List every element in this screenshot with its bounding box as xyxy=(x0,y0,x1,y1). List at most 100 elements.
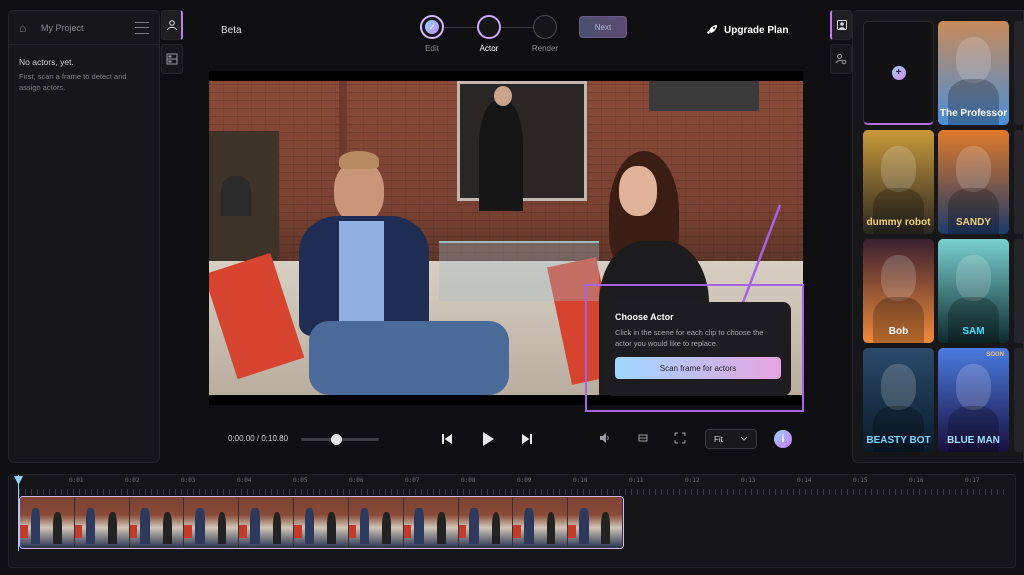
actor-card-partial xyxy=(1014,130,1023,234)
actor-card[interactable]: BEASTY BOT xyxy=(863,348,934,452)
skip-back-button[interactable] xyxy=(440,432,454,446)
clip-thumbnail xyxy=(513,497,569,548)
actor-name: BLUE MAN xyxy=(947,435,1000,446)
timeline-ruler[interactable]: 0:01 0:02 0:03 0:04 0:05 0:06 0:07 0:08 0:09 0:10… xyxy=(9,475,1017,489)
step-label: Render xyxy=(531,44,559,53)
tick-label: 0:10 xyxy=(573,477,588,484)
actor-card[interactable]: The Professor xyxy=(938,21,1009,125)
next-button[interactable]: Next xyxy=(579,16,627,38)
actor-name: SAM xyxy=(962,326,985,337)
skip-back-icon xyxy=(442,434,452,444)
actor-name: Bob xyxy=(888,326,909,337)
actor-subject-man[interactable] xyxy=(279,141,529,395)
step-edit[interactable]: ✓ Edit xyxy=(420,15,444,53)
actor-card[interactable]: SANDY xyxy=(938,130,1009,234)
info-button[interactable]: i xyxy=(774,430,792,448)
person-icon xyxy=(166,20,177,31)
beta-label: Beta xyxy=(221,25,242,36)
tick-label: 0:15 xyxy=(853,477,868,484)
actor-name: SANDY xyxy=(955,217,991,228)
actor-portrait xyxy=(956,37,991,83)
step-label: Actor xyxy=(479,44,499,53)
step-render[interactable]: Render xyxy=(532,15,558,53)
tick-label: 0:03 xyxy=(181,477,196,484)
fit-select[interactable]: Fit xyxy=(705,429,757,449)
home-icon[interactable]: ⌂ xyxy=(19,21,33,35)
portrait-icon xyxy=(836,20,847,30)
actor-card[interactable]: Bob xyxy=(863,239,934,343)
actor-portrait xyxy=(956,364,991,410)
empty-state-description: First, scan a frame to detect and assign… xyxy=(19,72,127,92)
actors-panel: ⌂ My Project No actors, yet. First, scan… xyxy=(8,10,160,463)
frame-icon xyxy=(638,434,648,442)
fit-value: Fit xyxy=(714,434,723,444)
play-button[interactable] xyxy=(480,431,496,447)
tick-label: 0:13 xyxy=(741,477,756,484)
empty-state-title: No actors, yet. xyxy=(19,57,74,67)
add-actor-card[interactable]: + xyxy=(863,21,934,125)
clip-thumbnail xyxy=(568,497,623,548)
layout-icon xyxy=(166,53,178,65)
tooltip-title: Choose Actor xyxy=(615,312,674,322)
tick-label: 0:04 xyxy=(237,477,252,484)
actor-card-partial xyxy=(1014,239,1023,343)
upgrade-label: Upgrade Plan xyxy=(724,24,789,36)
actor-card[interactable]: SAM xyxy=(938,239,1009,343)
playback-controls: 0:00.00 / 0:10.80 Fit i xyxy=(209,424,803,454)
captions-button[interactable] xyxy=(636,432,650,446)
clip-thumbnail xyxy=(294,497,349,548)
actor-portrait xyxy=(881,146,916,192)
clip-thumbnail xyxy=(403,497,459,548)
project-name[interactable]: My Project xyxy=(41,23,135,33)
tab-actor-library[interactable] xyxy=(830,10,852,40)
clip-thumbnail xyxy=(239,497,295,548)
tab-actors[interactable] xyxy=(161,10,183,40)
playhead[interactable] xyxy=(18,475,19,551)
actor-card-partial xyxy=(1014,348,1023,452)
timecode: 0:00.00 / 0:10.80 xyxy=(228,434,289,443)
scan-frame-button[interactable]: Scan frame for actors xyxy=(615,357,781,379)
coming-soon-badge: SOON xyxy=(986,352,1004,358)
fullscreen-icon xyxy=(674,432,686,444)
actor-card[interactable]: dummy robot xyxy=(863,130,934,234)
chevron-down-icon xyxy=(740,436,748,441)
tick-label: 0:16 xyxy=(909,477,924,484)
hamburger-menu-icon[interactable] xyxy=(135,21,149,34)
tooltip-description: Click in the scene for each clip to choo… xyxy=(615,328,764,348)
upgrade-plan-button[interactable]: Upgrade Plan xyxy=(706,24,788,36)
plus-icon: + xyxy=(891,65,906,80)
tick-label: 0:11 xyxy=(629,477,644,484)
tab-scenes[interactable] xyxy=(161,44,183,74)
clip-thumbnail xyxy=(74,497,130,548)
actor-name: dummy robot xyxy=(866,217,931,228)
tick-label: 0:02 xyxy=(125,477,140,484)
volume-icon xyxy=(600,433,609,443)
rocket-icon xyxy=(707,25,717,34)
actor-portrait xyxy=(956,146,991,192)
tick-label: 0:14 xyxy=(797,477,812,484)
tick-label: 0:06 xyxy=(349,477,364,484)
actor-portrait xyxy=(881,255,916,301)
skip-forward-button[interactable] xyxy=(520,432,534,446)
tick-label: 0:01 xyxy=(69,477,84,484)
video-clip-strip[interactable] xyxy=(19,496,624,549)
actor-card-partial xyxy=(1014,21,1023,125)
tick-label: 0:12 xyxy=(685,477,700,484)
actor-card[interactable]: BLUE MAN SOON xyxy=(938,348,1009,452)
timeline[interactable]: 0:01 0:02 0:03 0:04 0:05 0:06 0:07 0:08 0:09 0:10… xyxy=(8,474,1016,568)
fullscreen-button[interactable] xyxy=(673,432,687,446)
volume-button[interactable] xyxy=(598,432,612,446)
person-gear-icon xyxy=(835,54,847,65)
actor-name: The Professor xyxy=(939,108,1008,119)
step-actor[interactable]: Actor xyxy=(477,15,501,53)
step-label: Edit xyxy=(425,44,439,53)
tick-label: 0:09 xyxy=(517,477,532,484)
tab-actor-settings[interactable] xyxy=(830,44,852,74)
workflow-steps: ✓ Edit Actor Render xyxy=(420,15,560,55)
tick-label: 0:07 xyxy=(405,477,420,484)
scrub-handle[interactable] xyxy=(331,434,343,445)
clip-thumbnail xyxy=(20,497,75,548)
actor-library-panel: + The Professor dummy robot SANDY Bob SAM BEA… xyxy=(852,10,1024,463)
check-icon: ✓ xyxy=(425,20,439,34)
clip-thumbnail xyxy=(348,497,404,548)
